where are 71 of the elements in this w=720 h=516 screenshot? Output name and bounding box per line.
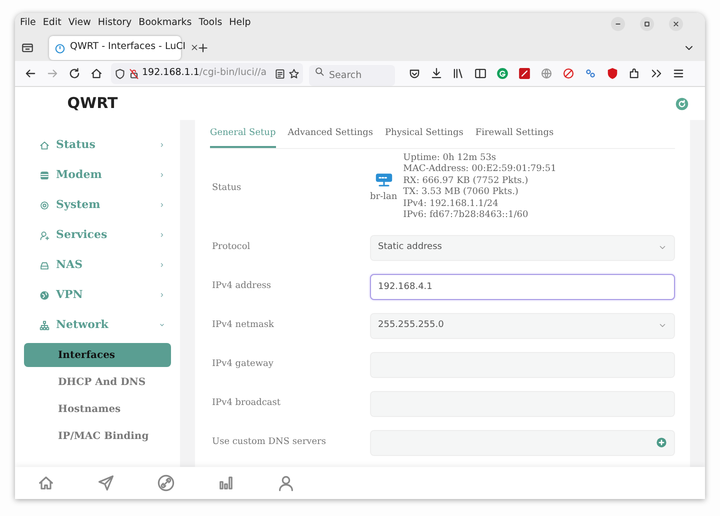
sidebar-item-icon <box>39 290 50 300</box>
settings-tab[interactable]: General Setup <box>210 120 276 148</box>
search-field[interactable]: Search <box>309 65 395 86</box>
field-label: Use custom DNS servers <box>211 436 327 449</box>
sidebar-item-icon <box>39 140 50 150</box>
user-icon[interactable] <box>277 474 295 492</box>
logo-text: QWRT <box>66 93 119 114</box>
minimize-icon[interactable] <box>611 16 625 30</box>
lock-slash-icon <box>128 68 140 80</box>
field-label: IPv4 netmask <box>211 318 275 332</box>
field-label: Protocol <box>211 240 252 254</box>
sidebar-item-icon <box>39 200 50 210</box>
bar-chart-icon[interactable] <box>217 474 235 492</box>
status-line: IPv6: fd67:7b28:8463::1/60 <box>403 210 530 222</box>
settings-tab[interactable]: Firewall Settings <box>475 120 554 148</box>
status-line: TX: 3.53 MB (7060 Pkts.) <box>403 187 520 199</box>
sidebar-item-icon <box>39 170 50 180</box>
field-label: IPv4 broadcast <box>211 396 282 410</box>
sidebar-subitem[interactable]: Hostnames <box>24 397 171 421</box>
menu-item[interactable]: Bookmarks <box>138 16 192 31</box>
tab-list-icon[interactable] <box>21 41 34 54</box>
close-icon[interactable] <box>190 43 199 52</box>
star-icon[interactable] <box>288 68 300 80</box>
menu-item[interactable]: Tools <box>198 16 222 31</box>
sidebar-item-icon <box>39 260 50 270</box>
link-circle-icon[interactable] <box>157 474 175 492</box>
status-line: MAC-Address: 00:E2:59:01:79:51 <box>403 164 556 176</box>
sidebar-subitem[interactable]: IP/MAC Binding <box>24 424 171 448</box>
field-label: IPv4 address <box>211 280 272 293</box>
settings-tab[interactable]: Advanced Settings <box>288 120 373 148</box>
sidebar-item[interactable]: VPN <box>15 280 180 310</box>
menu-item[interactable]: Help <box>229 16 251 31</box>
favicon-icon <box>54 42 66 54</box>
refresh-icon[interactable] <box>675 96 689 110</box>
sidebar-subitem[interactable]: Interfaces <box>24 343 171 367</box>
add-icon[interactable] <box>656 437 667 448</box>
select-field[interactable]: Static address <box>370 234 675 261</box>
status-line: Uptime: 0h 12m 53s <box>403 152 498 164</box>
menu-item[interactable]: History <box>98 16 132 31</box>
device-name: br-lan <box>370 190 398 204</box>
sidebar-item[interactable]: NAS <box>15 250 180 280</box>
input-field[interactable] <box>370 430 675 456</box>
sidebar-subitem[interactable]: DHCP And DNS <box>24 370 171 394</box>
address-bar[interactable]: 192.168.1.1/cgi-bin/luci//a <box>111 63 303 84</box>
paper-plane-icon[interactable] <box>97 474 115 492</box>
menu-item[interactable]: File <box>20 16 36 31</box>
plus-icon[interactable] <box>197 42 209 54</box>
status-line: IPv4: 192.168.1.1/24 <box>403 198 500 210</box>
sidebar-item-icon <box>39 320 50 330</box>
status-line: RX: 666.97 KB (7752 Pkts.) <box>403 176 530 187</box>
select-field[interactable]: 255.255.255.0 <box>370 312 675 339</box>
input-field[interactable]: 192.168.4.1 <box>370 274 675 300</box>
sidebar-item-icon <box>39 230 50 240</box>
sidebar-item[interactable]: Network <box>15 310 180 340</box>
field-label: Status <box>211 182 242 195</box>
shield-icon <box>114 68 126 80</box>
maximize-icon[interactable] <box>640 16 654 30</box>
network-device-icon <box>374 170 393 189</box>
url-host: 192.168.1.1 <box>142 66 200 80</box>
sidebar-item[interactable]: Services <box>15 220 180 250</box>
sidebar-item[interactable]: Modem <box>15 160 180 190</box>
field-label: IPv4 gateway <box>211 358 275 371</box>
menu-item[interactable]: Edit <box>42 16 62 31</box>
close-icon[interactable] <box>669 16 683 30</box>
sidebar-item[interactable]: Status <box>15 130 180 160</box>
menu-item[interactable]: View <box>68 16 91 31</box>
url-path: /cgi-bin/luci//a <box>199 66 267 80</box>
reader-view-icon[interactable] <box>274 68 286 80</box>
search-icon <box>314 66 325 77</box>
sidebar-item[interactable]: System <box>15 190 180 220</box>
settings-tab[interactable]: Physical Settings <box>385 120 464 148</box>
